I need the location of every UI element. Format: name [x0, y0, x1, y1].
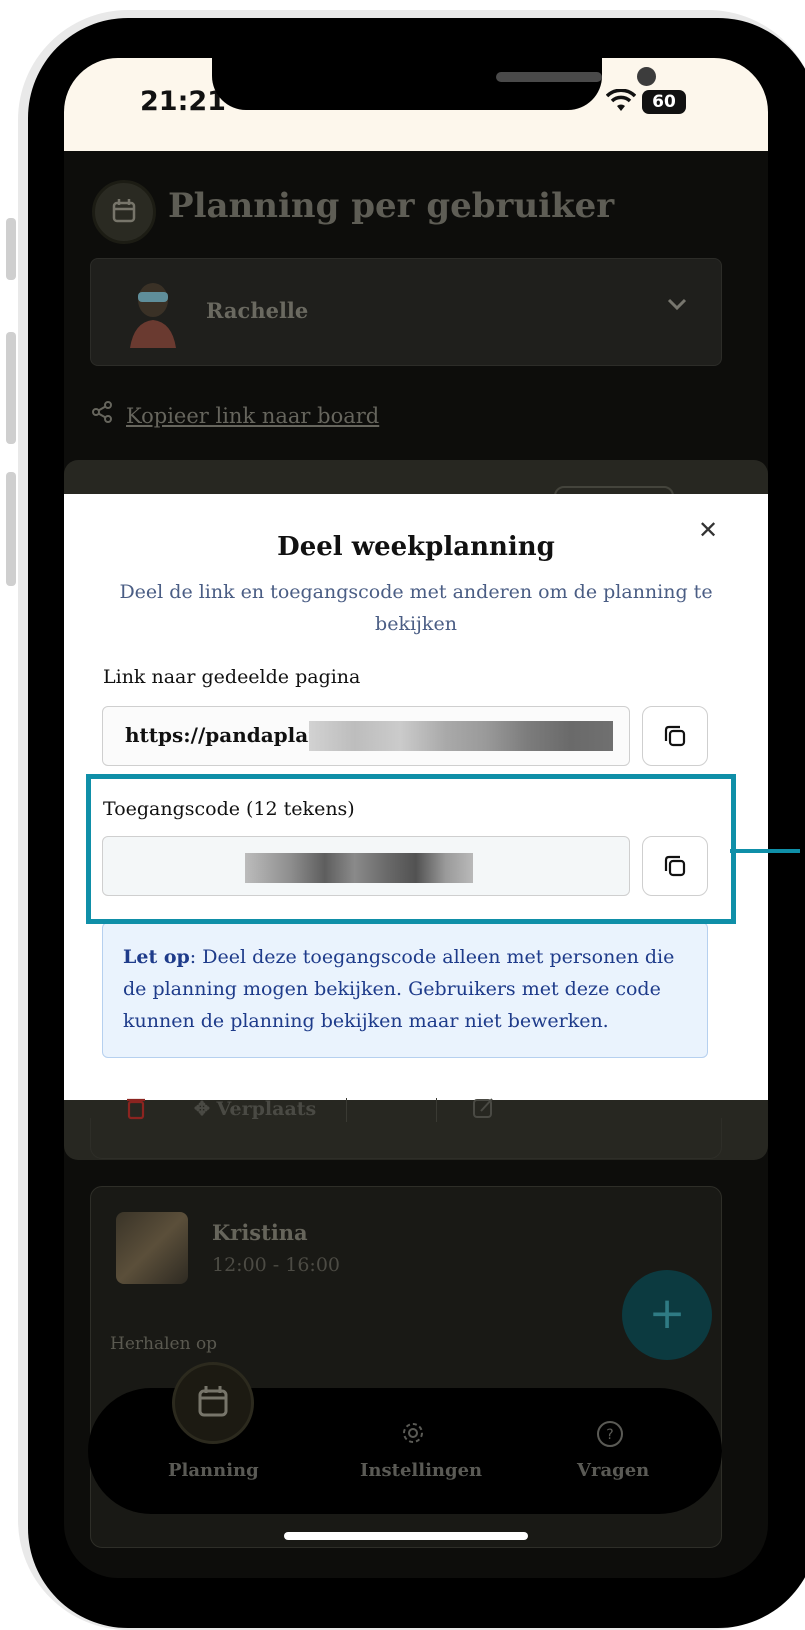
- mute-switch: [6, 218, 16, 280]
- selected-user-name: Rachelle: [206, 298, 309, 323]
- move-label: Verplaats: [216, 1098, 317, 1120]
- volume-down-button: [6, 472, 16, 586]
- card-bottom: [90, 1118, 722, 1159]
- edit-icon: [472, 1096, 496, 1120]
- avatar: [126, 278, 180, 348]
- trash-icon: [126, 1096, 146, 1120]
- repeat-label: Herhalen op: [110, 1334, 218, 1354]
- speaker: [496, 72, 602, 82]
- avatar: [116, 1212, 188, 1284]
- calendar-icon: [92, 180, 156, 244]
- volume-up-button: [6, 332, 16, 444]
- warning-note-text: Let op: Deel deze toegangscode alleen me…: [123, 941, 693, 1037]
- copy-board-link[interactable]: Kopieer link naar board: [126, 404, 379, 428]
- chevron-down-icon[interactable]: [664, 294, 690, 314]
- modal-title: Deel weekplanning: [277, 532, 555, 562]
- share-icon: [90, 400, 114, 424]
- highlight-box: [86, 774, 736, 924]
- card-time: 12:00 - 16:00: [212, 1254, 341, 1276]
- link-label: Link naar gedeelde pagina: [103, 666, 361, 688]
- help-icon[interactable]: ?: [596, 1420, 624, 1448]
- nav-planning-active[interactable]: [172, 1362, 254, 1444]
- copy-link-button[interactable]: [642, 706, 708, 766]
- page-title: Planning per gebruiker: [168, 186, 615, 226]
- battery-indicator: 60: [642, 90, 686, 114]
- pointer-line: [730, 849, 800, 853]
- nav-label-help[interactable]: Vragen: [577, 1460, 649, 1481]
- home-indicator[interactable]: [284, 1532, 528, 1540]
- card-user-name: Kristina: [212, 1220, 308, 1245]
- redacted-link: [309, 721, 613, 751]
- move-button: ✥ Verplaats: [194, 1098, 316, 1120]
- share-link-value: https://pandaplan: [125, 723, 323, 747]
- notch: [212, 58, 656, 110]
- gear-icon[interactable]: [400, 1420, 426, 1446]
- warning-note-bold: Let op: [123, 946, 190, 968]
- add-button[interactable]: +: [622, 1270, 712, 1360]
- share-link-field[interactable]: https://pandaplan: [102, 706, 630, 766]
- nav-label-settings[interactable]: Instellingen: [360, 1460, 482, 1481]
- warning-note-body: : Deel deze toegangscode alleen met pers…: [123, 946, 675, 1032]
- camera: [637, 67, 656, 86]
- svg-text:?: ?: [606, 1427, 613, 1443]
- modal-subtitle: Deel de link en toegangscode met anderen…: [119, 581, 713, 635]
- user-select[interactable]: [90, 258, 722, 366]
- warning-note: Let op: Deel deze toegangscode alleen me…: [102, 922, 708, 1058]
- move-icon: ✥: [194, 1098, 217, 1120]
- nav-label-planning[interactable]: Planning: [168, 1460, 259, 1481]
- wifi-icon: [606, 89, 636, 113]
- status-time: 21:21: [140, 86, 226, 117]
